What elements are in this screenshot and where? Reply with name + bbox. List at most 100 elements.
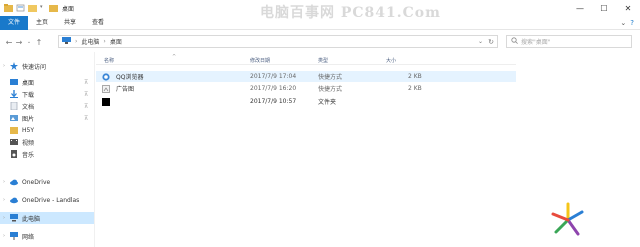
sidebar-item-onedrive[interactable]: › OneDrive [0, 176, 94, 188]
videos-icon [10, 138, 18, 146]
file-size: 2 KB [408, 73, 422, 80]
refresh-icon[interactable]: ↻ [488, 38, 494, 46]
file-type: 快捷方式 [318, 74, 343, 81]
chevron-right-icon[interactable]: › [0, 233, 8, 239]
breadcrumb-separator[interactable]: › [75, 38, 77, 45]
sidebar-item-label: 快速访问 [22, 63, 47, 71]
file-row[interactable]: 2017/7/9 10:57 文件夹 [96, 96, 516, 107]
new-folder-icon[interactable] [28, 4, 37, 12]
chevron-down-icon[interactable]: ⌄ [24, 35, 34, 49]
sidebar-item-pictures[interactable]: 图片 ⊼ [0, 112, 94, 124]
sidebar-item-label: 图片 [22, 115, 35, 123]
column-date-modified[interactable]: 修改日期 [250, 57, 270, 64]
column-type[interactable]: 类型 [318, 57, 328, 64]
sidebar-item-label: 下载 [22, 91, 35, 99]
desktop-icon [10, 78, 18, 86]
sidebar-item-label: 音乐 [22, 151, 35, 159]
file-row[interactable]: 广告图 2017/7/9 16:20 快捷方式 2 KB [96, 83, 516, 94]
sidebar-item-downloads[interactable]: 下载 ⊼ [0, 88, 94, 100]
column-header: ^ 名称 修改日期 类型 大小 [96, 54, 516, 65]
tab-view[interactable]: 查看 [84, 16, 112, 30]
sidebar-item-label: 文档 [22, 103, 35, 111]
onedrive-icon [10, 196, 18, 204]
sidebar-item-label: OneDrive - Landlas [22, 196, 80, 204]
sidebar-item-videos[interactable]: 视频 [0, 136, 94, 148]
pin-icon[interactable]: ⊼ [84, 103, 88, 110]
file-name: QQ浏览器 [116, 74, 144, 81]
search-icon [511, 37, 518, 46]
chevron-right-icon[interactable]: › [0, 215, 8, 221]
file-type: 文件夹 [318, 99, 337, 106]
up-arrow-icon[interactable]: ↑ [34, 35, 44, 49]
chevron-right-icon[interactable]: › [0, 63, 8, 69]
forward-arrow-icon[interactable]: → [14, 35, 24, 49]
file-row[interactable]: QQ浏览器 2017/7/9 17:04 快捷方式 2 KB [96, 71, 516, 82]
sidebar-item-this-pc[interactable]: › 此电脑 [0, 212, 94, 224]
column-name[interactable]: 名称 [104, 57, 114, 64]
title-bar: ▾ 桌面 电脑百事网 PC841.Com — ☐ ✕ [0, 0, 640, 21]
sidebar-item-h5y[interactable]: H5Y [0, 124, 94, 136]
pin-icon[interactable]: ⊼ [84, 91, 88, 98]
minimize-button[interactable]: — [568, 0, 592, 16]
sidebar-item-documents[interactable]: 文档 ⊼ [0, 100, 94, 112]
pictures-icon [10, 114, 18, 122]
search-input[interactable]: 搜索"桌面" [506, 35, 632, 48]
chevron-down-icon[interactable]: ⌄ [620, 19, 626, 27]
file-date: 2017/7/9 17:04 [250, 73, 297, 80]
sidebar-item-network[interactable]: › 网络 [0, 230, 94, 242]
search-placeholder: 搜索"桌面" [521, 39, 551, 46]
chevron-down-icon[interactable]: ⌄ [478, 38, 483, 45]
folder-icon [49, 4, 58, 12]
shortcut-image-icon [102, 84, 110, 93]
back-arrow-icon[interactable]: ← [4, 35, 14, 49]
this-pc-icon [10, 214, 18, 222]
ribbon-right-controls: ⌄ ? [620, 16, 634, 30]
window-title: 桌面 [62, 5, 75, 13]
folder-icon [10, 126, 18, 134]
chevron-down-icon[interactable]: ▾ [40, 4, 46, 12]
tab-share[interactable]: 共享 [56, 16, 84, 30]
sidebar-item-label: H5Y [22, 126, 34, 134]
maximize-button[interactable]: ☐ [592, 0, 616, 16]
column-size[interactable]: 大小 [386, 57, 396, 64]
download-icon [10, 90, 18, 98]
sidebar-item-label: 桌面 [22, 79, 35, 87]
sidebar-item-desktop[interactable]: 桌面 ⊼ [0, 76, 94, 88]
file-name: 广告图 [116, 86, 135, 93]
file-type: 快捷方式 [318, 86, 343, 93]
tab-file[interactable]: 文件 [0, 15, 29, 30]
pane-divider[interactable] [94, 52, 95, 247]
file-date: 2017/7/9 10:57 [250, 98, 297, 105]
sidebar-item-music[interactable]: 音乐 [0, 148, 94, 160]
onedrive-icon [10, 178, 18, 186]
sidebar-item-quick-access[interactable]: › 快速访问 [0, 60, 94, 72]
quick-access-toolbar: ▾ [0, 4, 58, 12]
sidebar-item-label: 视频 [22, 139, 35, 147]
pin-icon[interactable]: ⊼ [84, 79, 88, 86]
qq-browser-icon [102, 72, 110, 81]
breadcrumb-desktop[interactable]: 桌面 [110, 37, 122, 46]
pin-icon[interactable]: ⊼ [84, 115, 88, 122]
breadcrumb-separator[interactable]: › [103, 38, 105, 45]
this-pc-icon [62, 37, 71, 46]
breadcrumb-this-pc[interactable]: 此电脑 [81, 37, 99, 46]
chevron-right-icon[interactable]: › [0, 197, 8, 203]
tab-home[interactable]: 主页 [28, 16, 56, 30]
file-size: 2 KB [408, 85, 422, 92]
file-date: 2017/7/9 16:20 [250, 85, 297, 92]
navigation-bar: ← → ⌄ ↑ › 此电脑 › 桌面 ⌄ ↻ 搜索"桌面" [0, 33, 640, 51]
chevron-right-icon[interactable]: › [0, 179, 8, 185]
close-button[interactable]: ✕ [616, 0, 640, 16]
properties-icon[interactable] [16, 4, 25, 12]
ribbon-tabs: 文件 主页 共享 查看 [0, 15, 640, 30]
address-bar[interactable]: › 此电脑 › 桌面 ⌄ ↻ [58, 35, 498, 48]
help-icon[interactable]: ? [630, 19, 634, 27]
star-icon [10, 62, 18, 70]
sidebar-item-onedrive-landlas[interactable]: › OneDrive - Landlas [0, 194, 94, 206]
navigation-pane: › 快速访问 桌面 ⊼ 下载 ⊼ 文档 ⊼ 图片 ⊼ H5Y 视频 音乐 › O… [0, 58, 94, 247]
folder-icon[interactable] [4, 4, 13, 12]
documents-icon [10, 101, 18, 111]
sidebar-item-label: OneDrive [22, 178, 51, 186]
sort-indicator-icon: ^ [172, 54, 177, 60]
black-folder-icon [102, 97, 110, 106]
